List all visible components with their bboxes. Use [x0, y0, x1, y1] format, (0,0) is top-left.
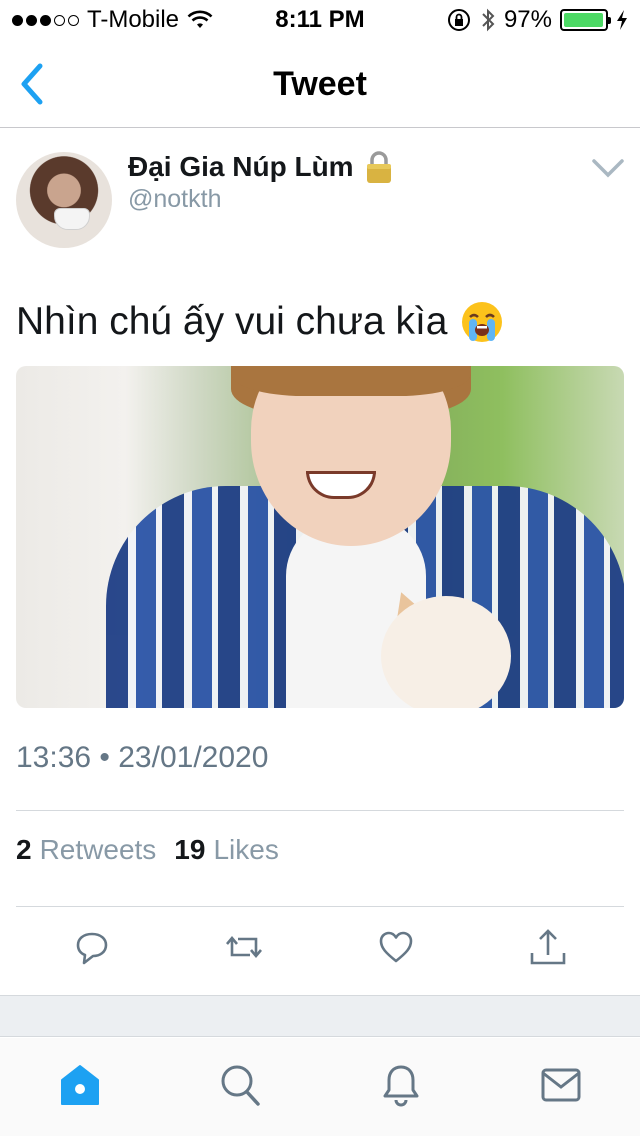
tab-bar: [0, 1038, 640, 1136]
retweets-label[interactable]: Retweets: [40, 834, 157, 866]
author-handle[interactable]: @notkth: [128, 185, 221, 214]
home-icon[interactable]: [58, 1062, 102, 1108]
like-icon[interactable]: [376, 925, 416, 969]
search-icon[interactable]: [218, 1062, 262, 1108]
bluetooth-icon: [482, 8, 495, 32]
status-right: 97%: [446, 6, 628, 34]
charging-bolt-icon: [617, 10, 627, 30]
tweet-text-row: Nhìn chú ấy vui chưa kìa: [16, 300, 504, 344]
loudly-crying-face-icon: [461, 302, 502, 342]
lock-icon: [366, 151, 391, 183]
likes-label[interactable]: Likes: [213, 834, 278, 866]
retweet-icon[interactable]: [224, 925, 264, 969]
notifications-icon[interactable]: [379, 1062, 423, 1108]
battery-percent: 97%: [503, 6, 552, 33]
battery-fill: [564, 13, 603, 27]
tweet-photo[interactable]: [16, 366, 624, 708]
tweet-action-bar: [0, 925, 640, 975]
divider: [16, 906, 624, 907]
rotation-lock-icon: [447, 9, 470, 31]
tweet-timestamp: 13:36 • 23/01/2020: [16, 741, 269, 774]
share-icon[interactable]: [528, 925, 568, 969]
author-name[interactable]: Đại Gia Núp Lùm: [128, 151, 354, 183]
messages-icon[interactable]: [539, 1062, 583, 1108]
tweet-stats: 2 Retweets 19 Likes: [16, 834, 289, 866]
page-title: Tweet: [273, 65, 367, 103]
divider: [16, 810, 624, 811]
avatar-cup-detail: [54, 208, 90, 230]
avatar[interactable]: [16, 152, 112, 248]
section-separator: [0, 995, 640, 1037]
author-name-row[interactable]: Đại Gia Núp Lùm: [128, 150, 394, 184]
chevron-down-icon[interactable]: [590, 156, 626, 180]
likes-count[interactable]: 19: [174, 834, 205, 866]
status-bar: T-Mobile 8:11 PM 97%: [0, 0, 640, 40]
navigation-bar: Tweet: [0, 40, 640, 128]
tweet-text: Nhìn chú ấy vui chưa kìa: [16, 300, 448, 343]
retweets-count[interactable]: 2: [16, 834, 32, 866]
reply-icon[interactable]: [72, 925, 112, 969]
battery-icon: [560, 9, 611, 31]
